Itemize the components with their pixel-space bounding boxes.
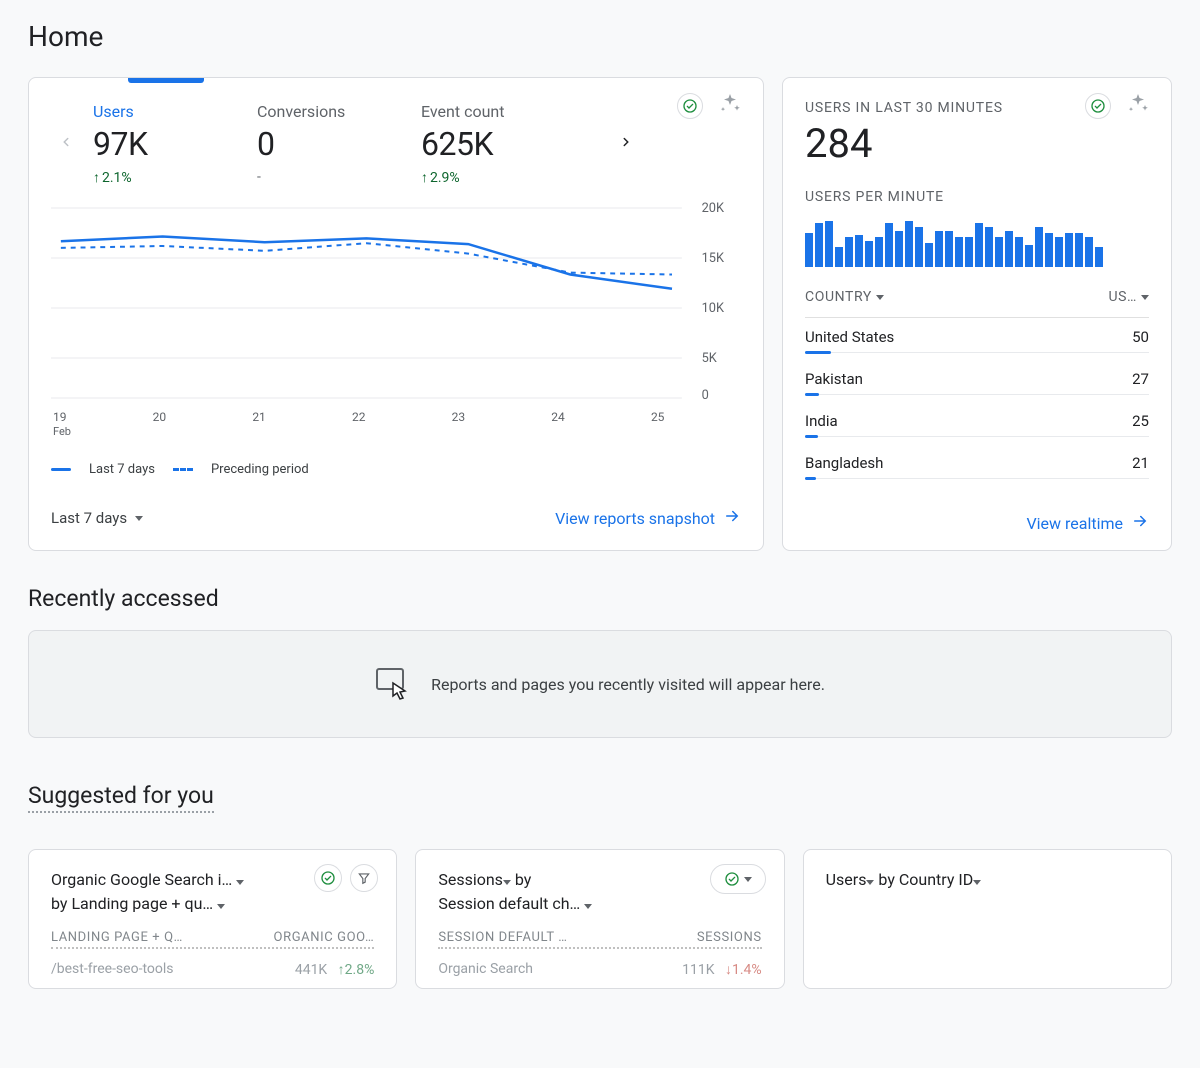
- view-realtime-link[interactable]: View realtime: [1026, 512, 1149, 534]
- country-table-header: COUNTRY US…: [805, 289, 1149, 318]
- users-column-header[interactable]: US…: [1108, 289, 1149, 305]
- metric-change: ↑2.1%: [93, 169, 237, 186]
- realtime-card: USERS IN LAST 30 MINUTES 284 USERS PER M…: [782, 77, 1172, 551]
- chevron-right-icon[interactable]: [611, 102, 641, 182]
- arrow-right-icon: [1131, 512, 1149, 534]
- metric-value: 0: [257, 125, 401, 163]
- dropdown-icon[interactable]: [217, 904, 225, 909]
- suggested-row: Organic Google Search i… by Landing page…: [28, 849, 1172, 989]
- check-icon[interactable]: [1085, 93, 1111, 119]
- dropdown-icon: [876, 295, 884, 300]
- table-row: /best-free-seo-tools 441K ↑2.8%: [51, 961, 374, 978]
- metric-value: 625K: [421, 125, 595, 163]
- dropdown-icon: [135, 516, 143, 521]
- check-dropdown[interactable]: [710, 864, 766, 894]
- legend-swatch-prev: [173, 468, 193, 471]
- metrics-row: Users 97K ↑2.1% Conversions 0 - Event co…: [51, 102, 741, 186]
- sparkle-icon[interactable]: [717, 92, 743, 120]
- legend-label-current: Last 7 days: [89, 462, 155, 477]
- active-tab-indicator: [128, 78, 204, 83]
- dropdown-icon: [1141, 295, 1149, 300]
- check-icon[interactable]: [314, 864, 342, 892]
- date-range-select[interactable]: Last 7 days: [51, 503, 143, 533]
- metric-change: ↑2.9%: [421, 169, 595, 186]
- realtime-value: 284: [805, 120, 1149, 167]
- country-table-body: United States50 Pakistan27 India25 Banglade…: [805, 318, 1149, 480]
- card-title: Users by Country ID: [826, 868, 1149, 892]
- dropdown-icon[interactable]: [584, 904, 592, 909]
- arrow-right-icon: [723, 507, 741, 529]
- svg-text:0: 0: [702, 388, 709, 403]
- suggested-card-organic-search[interactable]: Organic Google Search i… by Landing page…: [28, 849, 397, 989]
- chart-legend: Last 7 days Preceding period: [51, 462, 741, 477]
- svg-text:5K: 5K: [702, 351, 718, 366]
- metric-users[interactable]: Users 97K ↑2.1%: [85, 102, 245, 186]
- country-column-header[interactable]: COUNTRY: [805, 289, 884, 305]
- check-icon[interactable]: [677, 93, 703, 119]
- chevron-left-icon[interactable]: [51, 102, 81, 182]
- arrow-up-icon: ↑: [93, 169, 100, 186]
- filter-icon[interactable]: [350, 864, 378, 892]
- overview-card: Users 97K ↑2.1% Conversions 0 - Event co…: [28, 77, 764, 551]
- table-row[interactable]: United States50: [805, 318, 1149, 353]
- suggested-card-users-country[interactable]: Users by Country ID: [803, 849, 1172, 989]
- legend-label-prev: Preceding period: [211, 462, 309, 477]
- arrow-up-icon: ↑: [421, 169, 428, 186]
- metric-change: -: [257, 169, 401, 185]
- dropdown-icon[interactable]: [236, 880, 244, 885]
- metric-event-count[interactable]: Event count 625K ↑2.9%: [413, 102, 603, 186]
- metric-conversions[interactable]: Conversions 0 -: [249, 102, 409, 185]
- suggested-title: Suggested for you: [28, 782, 214, 813]
- legend-swatch-current: [51, 468, 71, 471]
- card-columns: LANDING PAGE + Q… ORGANIC GOO…: [51, 930, 374, 949]
- users-per-minute-chart: [805, 215, 1149, 267]
- metric-label: Users: [93, 102, 237, 121]
- dropdown-icon[interactable]: [973, 880, 981, 885]
- metric-value: 97K: [93, 125, 237, 163]
- empty-text: Reports and pages you recently visited w…: [431, 675, 825, 694]
- table-row[interactable]: India25: [805, 402, 1149, 437]
- cursor-icon: [375, 667, 415, 701]
- dropdown-icon[interactable]: [503, 880, 511, 885]
- recently-accessed-title: Recently accessed: [28, 585, 1172, 612]
- users-line-chart: 20K 15K 10K 5K 0: [51, 198, 741, 408]
- table-row[interactable]: Bangladesh21: [805, 444, 1149, 479]
- svg-text:10K: 10K: [702, 301, 725, 316]
- suggested-card-sessions[interactable]: Sessions by Session default ch… SESSION …: [415, 849, 784, 989]
- table-row[interactable]: Pakistan27: [805, 360, 1149, 395]
- sparkle-icon[interactable]: [1125, 92, 1151, 120]
- view-reports-snapshot-link[interactable]: View reports snapshot: [555, 507, 741, 529]
- top-row: Users 97K ↑2.1% Conversions 0 - Event co…: [28, 77, 1172, 551]
- chart-x-axis: 19Feb 20 21 22 23 24 25: [51, 410, 741, 438]
- metric-label: Conversions: [257, 102, 401, 121]
- dropdown-icon: [744, 877, 752, 882]
- table-row: Organic Search 111K ↓1.4%: [438, 961, 761, 978]
- users-per-minute-label: USERS PER MINUTE: [805, 189, 1149, 205]
- dropdown-icon[interactable]: [866, 880, 874, 885]
- metric-label: Event count: [421, 102, 595, 121]
- card-columns: SESSION DEFAULT … SESSIONS: [438, 930, 761, 949]
- page-title: Home: [28, 20, 1172, 53]
- svg-text:15K: 15K: [702, 251, 725, 266]
- recently-accessed-empty: Reports and pages you recently visited w…: [28, 630, 1172, 738]
- svg-text:20K: 20K: [702, 201, 725, 216]
